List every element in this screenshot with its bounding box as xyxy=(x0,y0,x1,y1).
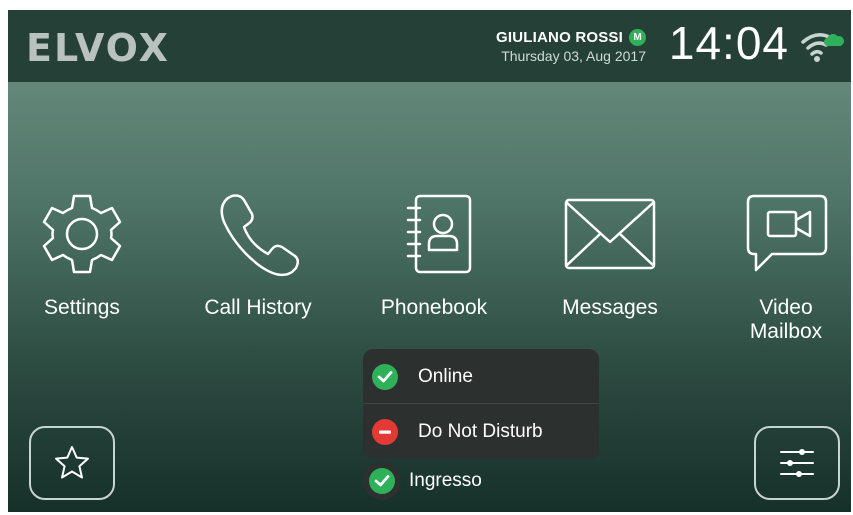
minus-circle-icon xyxy=(372,418,398,445)
wifi-cloud-icon xyxy=(801,33,844,62)
status-selector[interactable]: Ingresso xyxy=(363,459,523,503)
phone-handset-icon xyxy=(220,194,299,277)
check-circle-icon xyxy=(369,468,395,494)
status-option-label: Do Not Disturb xyxy=(418,420,543,442)
brand-logo: ELVOX xyxy=(26,27,170,67)
contact-book-icon xyxy=(406,194,472,274)
envelope-icon xyxy=(564,198,656,270)
sliders-icon xyxy=(780,449,814,477)
status-menu: Online Do Not Disturb xyxy=(363,349,599,459)
top-bar: ELVOX GIULIANO ROSSI M Thursday 03, Aug … xyxy=(8,10,851,82)
status-option-online[interactable]: Online xyxy=(363,349,599,404)
user-name: GIULIANO ROSSI xyxy=(496,29,623,46)
status-option-dnd[interactable]: Do Not Disturb xyxy=(363,404,599,459)
user-info: GIULIANO ROSSI M Thursday 03, Aug 2017 xyxy=(496,29,646,64)
clock: 14:04 xyxy=(668,17,789,69)
tile-label-settings: Settings xyxy=(44,296,120,319)
star-icon xyxy=(55,446,89,479)
tile-phonebook[interactable]: Phonebook xyxy=(364,186,504,320)
status-option-label: Online xyxy=(418,365,473,387)
tile-messages[interactable]: Messages xyxy=(540,186,680,320)
tile-settings[interactable]: Settings xyxy=(12,186,152,320)
favorites-button[interactable] xyxy=(29,426,115,500)
tile-call-history[interactable]: Call History xyxy=(188,186,328,320)
date-label: Thursday 03, Aug 2017 xyxy=(501,48,646,64)
mode-badge: M xyxy=(629,29,646,46)
status-selector-label: Ingresso xyxy=(409,470,482,491)
settings-sliders-button[interactable] xyxy=(754,426,840,500)
check-circle-icon xyxy=(372,363,398,390)
tile-video-mailbox[interactable]: Video Mailbox xyxy=(716,186,851,344)
tile-label-video-mailbox: Video Mailbox xyxy=(749,296,823,343)
tile-label-messages: Messages xyxy=(562,296,658,319)
status-indicator xyxy=(363,462,401,500)
tile-label-call-history: Call History xyxy=(204,296,312,319)
tile-label-phonebook: Phonebook xyxy=(380,296,488,319)
svg-text:ELVOX: ELVOX xyxy=(26,27,170,67)
video-speech-bubble-icon xyxy=(746,194,828,272)
intercom-screen: ELVOX GIULIANO ROSSI M Thursday 03, Aug … xyxy=(8,10,851,512)
gear-icon xyxy=(42,194,122,274)
